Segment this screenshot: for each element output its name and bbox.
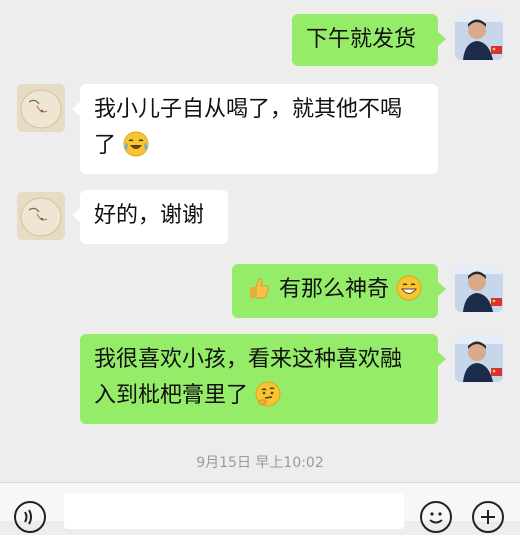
message-bubble-incoming[interactable]: 我小儿子自从喝了，就其他不喝 了 [72,84,438,174]
voice-icon[interactable] [14,501,46,533]
avatar-self[interactable] [455,264,503,312]
message-text: 下午就发货 [306,27,417,52]
chat-window: 下午就发货 我小儿子自从喝了，就其他不喝 了 好的，谢谢 有那么神奇 我很喜欢小… [0,0,520,533]
message-text-line: 入到枇杷膏里了 [94,383,249,408]
message-input[interactable] [64,493,404,529]
input-bar [0,482,520,533]
thinking-icon [255,381,281,407]
message-text: 好的，谢谢 [94,203,205,228]
thumbs-up-icon [250,278,269,299]
avatar-contact[interactable] [17,192,65,240]
emoji-icon-glyph [429,512,443,524]
voice-icon-glyph [24,509,32,525]
avatar-self-image [455,12,503,60]
avatar-self-image [455,264,503,312]
message-timestamp: 9月15日 早上10:02 [196,455,324,471]
message-text-line: 我小儿子自从喝了，就其他不喝 [94,97,403,122]
message-bubble-incoming[interactable]: 好的，谢谢 [72,190,228,244]
message-bubble-outgoing[interactable]: 有那么神奇 [232,264,446,318]
plus-icon[interactable] [472,501,504,533]
laugh-cry-icon [123,131,149,157]
avatar-contact-image [17,84,65,132]
avatar-self[interactable] [455,334,503,382]
message-text: 有那么神奇 [279,277,390,302]
message-bubble-outgoing[interactable]: 下午就发货 [292,14,446,66]
plus-icon-glyph [481,510,495,524]
avatar-contact[interactable] [17,84,65,132]
avatar-self-image [455,334,503,382]
avatar-self[interactable] [455,12,503,60]
grin-icon [396,275,422,301]
avatar-contact-image [17,192,65,240]
emoji-icon[interactable] [420,501,452,533]
message-text-line: 我很喜欢小孩，看来这种喜欢融 [94,347,403,372]
message-text-line: 了 [94,133,117,158]
message-bubble-outgoing[interactable]: 我很喜欢小孩，看来这种喜欢融 入到枇杷膏里了 [80,334,446,424]
